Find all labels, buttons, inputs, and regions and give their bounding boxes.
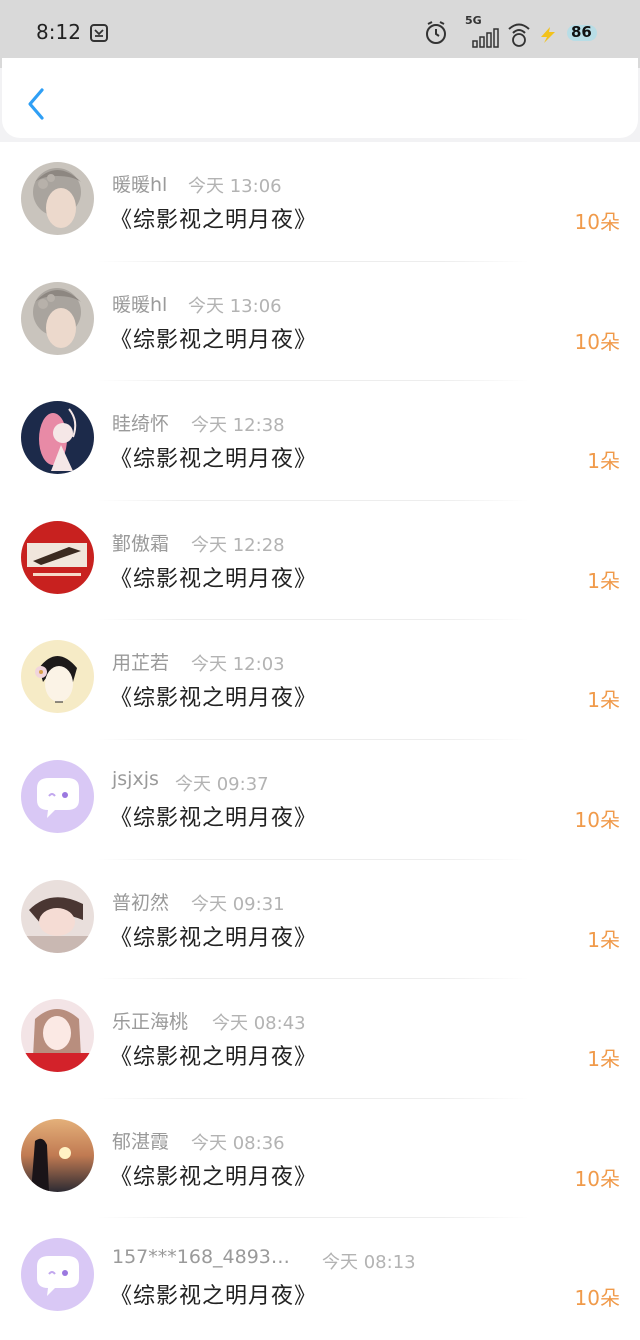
- avatar[interactable]: [21, 401, 94, 475]
- avatar[interactable]: [21, 999, 94, 1073]
- gift-time: 今天 12:03: [191, 654, 285, 676]
- chevron-left-icon: [28, 88, 44, 120]
- user-name: 157***168_4893…: [112, 1246, 290, 1269]
- gift-time: 今天 12:28: [191, 534, 285, 556]
- avatar[interactable]: [21, 879, 94, 953]
- top-nav-bar: [2, 58, 638, 138]
- user-name: 普初然: [112, 891, 170, 914]
- book-title: 《综影视之明月夜》: [110, 686, 318, 712]
- gift-amount: 10朵: [574, 1286, 620, 1311]
- list-item[interactable]: 157***168_4893… 今天 08:13 《综影视之明月夜》 10朵: [0, 1218, 640, 1338]
- list-item[interactable]: jsjxjs 今天 09:37 《综影视之明月夜》 10朵: [0, 740, 640, 860]
- avatar[interactable]: [21, 759, 94, 833]
- gift-amount: 1朵: [587, 568, 620, 593]
- gift-time: 今天 08:13: [322, 1252, 416, 1274]
- avatar[interactable]: [21, 640, 94, 714]
- user-name: 眭绮怀: [112, 413, 170, 436]
- avatar[interactable]: [21, 1118, 94, 1192]
- gift-time: 今天 08:43: [212, 1013, 306, 1035]
- gift-amount: 1朵: [587, 1047, 620, 1072]
- back-button[interactable]: [24, 86, 48, 122]
- book-title: 《综影视之明月夜》: [110, 447, 318, 473]
- gift-amount: 1朵: [587, 449, 620, 474]
- list-item[interactable]: 鄞傲霜 今天 12:28 《综影视之明月夜》 1朵: [0, 501, 640, 621]
- list-item[interactable]: 乐正海桃 今天 08:43 《综影视之明月夜》 1朵: [0, 979, 640, 1099]
- gift-time: 今天 09:37: [175, 773, 269, 795]
- network-label: 5G: [465, 14, 482, 27]
- list-item[interactable]: 眭绮怀 今天 12:38 《综影视之明月夜》 1朵: [0, 381, 640, 501]
- gift-time: 今天 13:06: [188, 295, 282, 317]
- list-item[interactable]: 用芷若 今天 12:03 《综影视之明月夜》 1朵: [0, 620, 640, 740]
- screenshot-icon: [90, 24, 108, 46]
- gift-amount: 10朵: [574, 1166, 620, 1191]
- battery-level: 86: [571, 23, 592, 41]
- book-title: 《综影视之明月夜》: [110, 327, 318, 353]
- gift-time: 今天 09:31: [191, 893, 285, 915]
- book-title: 《综影视之明月夜》: [110, 805, 318, 831]
- avatar[interactable]: [21, 520, 94, 594]
- avatar[interactable]: [21, 1238, 94, 1312]
- book-title: 《综影视之明月夜》: [110, 566, 318, 592]
- gift-amount: 1朵: [587, 688, 620, 713]
- list-item[interactable]: 暖暖hl 今天 13:06 《综影视之明月夜》 10朵: [0, 262, 640, 382]
- gift-time: 今天 08:36: [191, 1132, 285, 1154]
- status-time: 8:12: [36, 20, 81, 44]
- list-item[interactable]: 暖暖hl 今天 13:06 《综影视之明月夜》 10朵: [0, 142, 640, 262]
- gift-amount: 1朵: [587, 927, 620, 952]
- signal-icon: [472, 28, 500, 52]
- gift-time: 今天 13:06: [188, 176, 282, 197]
- charging-icon: [538, 26, 558, 48]
- list-item[interactable]: 普初然 今天 09:31 《综影视之明月夜》 1朵: [0, 860, 640, 980]
- book-title: 《综影视之明月夜》: [110, 1164, 318, 1190]
- gift-amount: 10朵: [574, 807, 620, 832]
- gift-amount: 10朵: [574, 210, 620, 234]
- user-name: 乐正海桃: [112, 1011, 189, 1034]
- book-title: 《综影视之明月夜》: [110, 925, 318, 951]
- avatar[interactable]: [21, 162, 94, 235]
- book-title: 《综影视之明月夜》: [110, 208, 318, 233]
- avatar[interactable]: [21, 281, 94, 355]
- wifi-icon: [507, 20, 531, 52]
- book-title: 《综影视之明月夜》: [110, 1045, 318, 1071]
- list-item[interactable]: 郁湛霞 今天 08:36 《综影视之明月夜》 10朵: [0, 1099, 640, 1219]
- gift-time: 今天 12:38: [191, 415, 285, 437]
- user-name: jsjxjs: [112, 767, 159, 790]
- user-name: 用芷若: [112, 652, 170, 675]
- gift-amount: 10朵: [574, 329, 620, 354]
- book-title: 《综影视之明月夜》: [110, 1284, 318, 1310]
- alarm-icon: [424, 20, 448, 50]
- user-name: 鄞傲霜: [112, 532, 170, 555]
- user-name: 暖暖hl: [112, 174, 168, 196]
- user-name: 暖暖hl: [112, 293, 168, 316]
- gift-list: 暖暖hl 今天 13:06 《综影视之明月夜》 10朵 暖暖hl 今天 13:0…: [0, 142, 640, 1340]
- user-name: 郁湛霞: [112, 1130, 170, 1153]
